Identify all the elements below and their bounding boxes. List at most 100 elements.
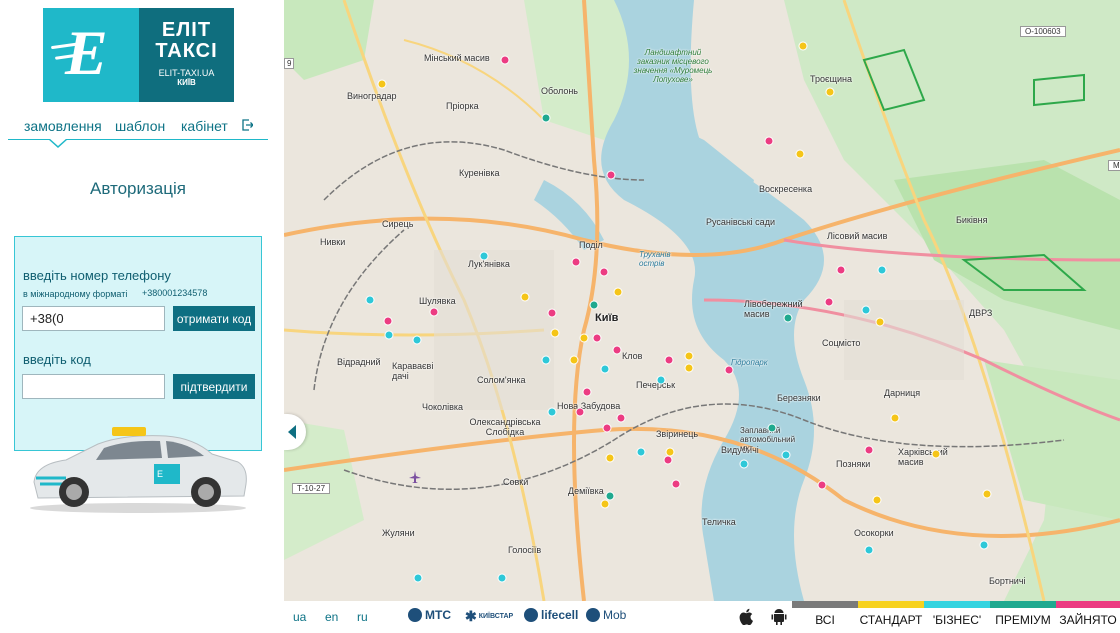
taxi-marker[interactable] [599, 267, 609, 277]
lang-ru[interactable]: ru [357, 610, 368, 624]
android-icon[interactable] [771, 608, 787, 625]
taxi-marker[interactable] [636, 447, 646, 457]
taxi-marker[interactable] [500, 55, 510, 65]
taxi-marker[interactable] [616, 413, 626, 423]
taxi-marker[interactable] [589, 300, 599, 310]
filter-label: СТАНДАРТ [859, 613, 923, 627]
taxi-marker[interactable] [665, 447, 675, 457]
taxi-marker[interactable] [724, 365, 734, 375]
taxi-marker[interactable] [384, 330, 394, 340]
taxi-marker[interactable] [982, 489, 992, 499]
taxi-marker[interactable] [684, 351, 694, 361]
taxi-marker[interactable] [571, 257, 581, 267]
nav-order[interactable]: замовлення [24, 118, 102, 134]
taxi-marker[interactable] [479, 251, 489, 261]
taxi-marker[interactable] [547, 407, 557, 417]
nav-template[interactable]: шаблон [115, 118, 165, 134]
phone-example: +380001234578 [142, 288, 208, 298]
taxi-marker[interactable] [783, 313, 793, 323]
taxi-marker[interactable] [605, 453, 615, 463]
taxi-marker[interactable] [602, 423, 612, 433]
logo-title-line2: ТАКСІ [155, 40, 218, 62]
taxi-marker[interactable] [569, 355, 579, 365]
taxi-marker[interactable] [872, 495, 882, 505]
active-tab-caret [48, 138, 68, 148]
filter-color-bar [924, 601, 990, 608]
taxi-marker[interactable] [429, 307, 439, 317]
logout-icon[interactable] [242, 119, 253, 131]
taxi-marker[interactable] [877, 265, 887, 275]
get-code-button[interactable]: отримати код [173, 306, 255, 331]
filter-color-bar [1056, 601, 1120, 608]
taxi-marker[interactable] [377, 79, 387, 89]
filter-premium[interactable]: ПРЕМІУМ [990, 601, 1056, 633]
taxi-marker[interactable] [582, 387, 592, 397]
auth-form: введіть номер телефону в міжнародному фо… [14, 236, 262, 451]
taxi-marker[interactable] [836, 265, 846, 275]
city-map[interactable]: Мінський масив Оболонь Виноградар Пріорк… [284, 0, 1120, 601]
filter-color-bar [990, 601, 1056, 608]
taxi-marker[interactable] [600, 499, 610, 509]
taxi-marker[interactable] [798, 41, 808, 51]
taxi-marker[interactable] [979, 540, 989, 550]
filter-busy[interactable]: ЗАЙНЯТО [1056, 601, 1120, 633]
taxi-marker[interactable] [663, 455, 673, 465]
taxi-marker[interactable] [547, 308, 557, 318]
taxi-marker[interactable] [613, 287, 623, 297]
taxi-marker[interactable] [606, 170, 616, 180]
taxi-marker[interactable] [864, 445, 874, 455]
taxi-marker[interactable] [795, 149, 805, 159]
taxi-marker[interactable] [664, 355, 674, 365]
taxi-marker[interactable] [861, 305, 871, 315]
taxi-marker[interactable] [864, 545, 874, 555]
taxi-marker[interactable] [600, 364, 610, 374]
filter-label: ПРЕМІУМ [995, 613, 1051, 627]
taxi-marker[interactable] [383, 316, 393, 326]
taxi-marker[interactable] [890, 413, 900, 423]
taxi-marker[interactable] [605, 491, 615, 501]
taxi-marker[interactable] [412, 335, 422, 345]
logo-mark: E [43, 8, 139, 102]
taxi-marker[interactable] [520, 292, 530, 302]
filter-all[interactable]: ВСІ [792, 601, 858, 633]
logo[interactable]: E ЕЛІТ ТАКСІ ELIT-TAXI.UA КИЇВ [43, 8, 234, 102]
svg-text:E: E [157, 469, 163, 479]
app-root: E ЕЛІТ ТАКСІ ELIT-TAXI.UA КИЇВ замовленн… [0, 0, 1120, 633]
taxi-marker[interactable] [875, 317, 885, 327]
confirm-button[interactable]: підтвердити [173, 374, 255, 399]
taxi-marker[interactable] [612, 345, 622, 355]
taxi-marker[interactable] [656, 375, 666, 385]
taxi-marker[interactable] [825, 87, 835, 97]
mob-logo-icon [586, 608, 600, 622]
taxi-marker[interactable] [413, 573, 423, 583]
taxi-marker[interactable] [671, 479, 681, 489]
phone-hint: в міжнародному форматі [23, 289, 128, 299]
nav-cabinet[interactable]: кабінет [181, 118, 228, 134]
taxi-marker[interactable] [592, 333, 602, 343]
phone-input[interactable] [22, 306, 165, 331]
apple-icon[interactable] [739, 608, 755, 625]
lang-en[interactable]: en [325, 610, 338, 624]
taxi-marker[interactable] [684, 363, 694, 373]
taxi-marker[interactable] [764, 136, 774, 146]
taxi-marker[interactable] [550, 328, 560, 338]
taxi-marker[interactable] [365, 295, 375, 305]
taxi-marker[interactable] [817, 480, 827, 490]
filter-business[interactable]: 'БІЗНЕС' [924, 601, 990, 633]
code-input[interactable] [22, 374, 165, 399]
taxi-marker[interactable] [739, 459, 749, 469]
filter-color-bar [858, 601, 924, 608]
filter-standard[interactable]: СТАНДАРТ [858, 601, 924, 633]
lang-ua[interactable]: ua [293, 610, 306, 624]
operator-mts: МТС [408, 608, 451, 622]
taxi-marker[interactable] [781, 450, 791, 460]
taxi-marker[interactable] [579, 333, 589, 343]
taxi-marker[interactable] [931, 449, 941, 459]
taxi-marker[interactable] [541, 113, 551, 123]
taxi-marker[interactable] [575, 407, 585, 417]
taxi-marker[interactable] [767, 423, 777, 433]
taxi-marker[interactable] [541, 355, 551, 365]
taxi-marker[interactable] [497, 573, 507, 583]
taxi-marker[interactable] [824, 297, 834, 307]
filter-label: 'БІЗНЕС' [932, 613, 982, 627]
